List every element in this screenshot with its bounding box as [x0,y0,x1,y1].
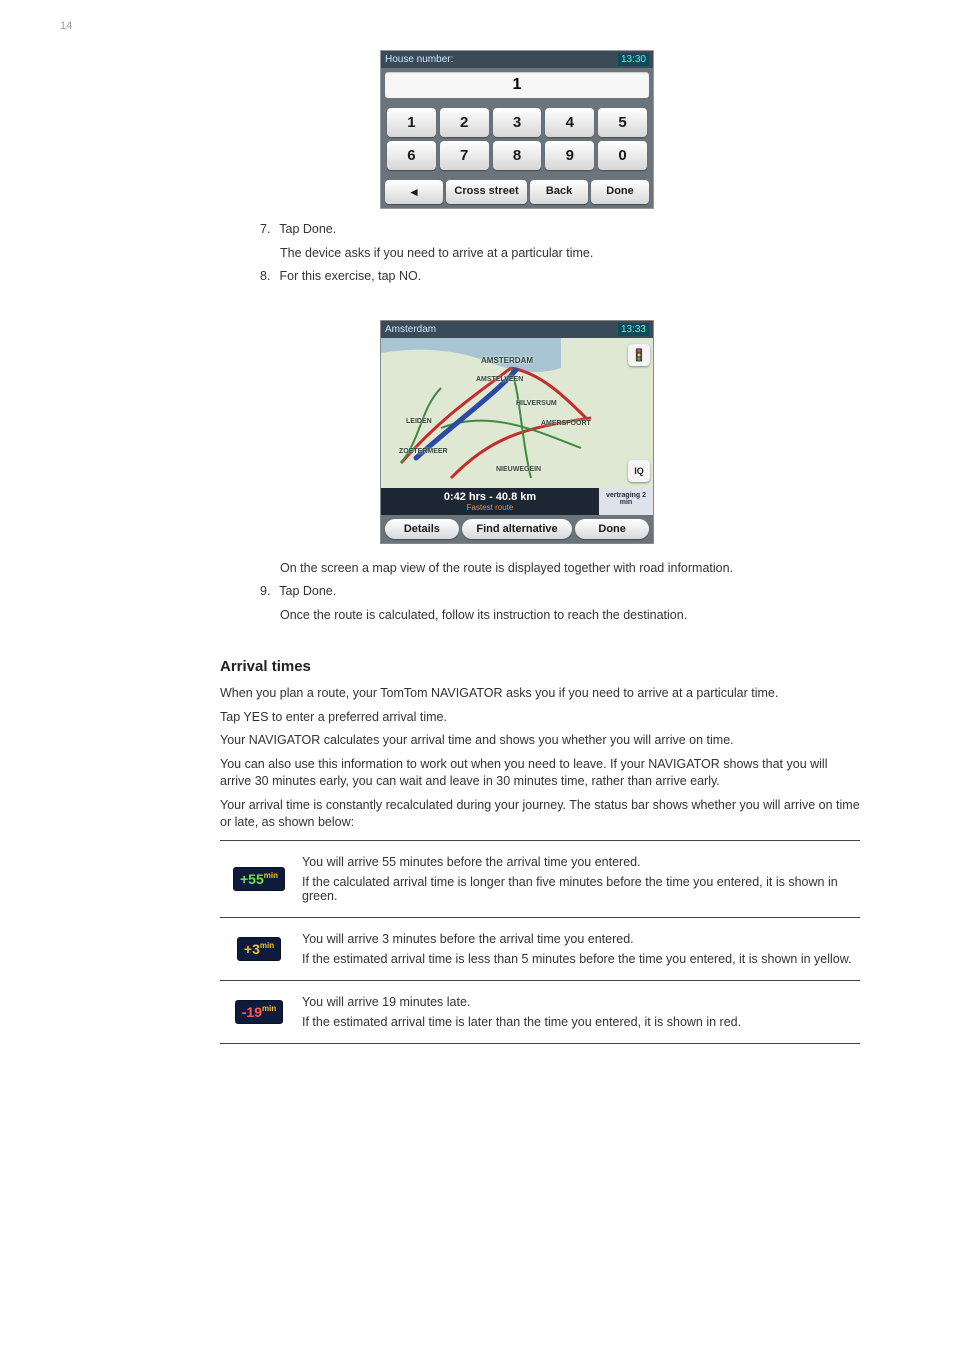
step-b-3: Once the route is calculated, follow its… [260,607,780,625]
map-label-hilversum: HILVERSUM [516,400,557,407]
arrival-red-text: You will arrive 19 minutes late. If the … [298,980,860,1043]
map-delay-text: vertraging 2 min [599,488,653,515]
step-b-1: On the screen a map view of the route is… [260,560,780,578]
step-7: 7. Tap Done. [260,221,780,239]
badge-minus19: -19min [235,1000,283,1024]
badge-red-cell: -19min [220,980,298,1043]
step-7-num: 7. [260,221,276,239]
arrival-p1: When you plan a route, your TomTom NAVIG… [220,685,860,703]
arrival-red-note: If the estimated arrival time is later t… [302,1015,856,1029]
map-route-type-text: Fastest route [381,503,599,512]
find-alternative-button[interactable]: Find alternative [462,519,573,539]
key-6[interactable]: 6 [387,141,436,170]
badge-minus19-unit: min [262,1004,276,1013]
arrival-p2: Tap YES to enter a preferred arrival tim… [220,709,860,727]
keypad-bottom-row: ◄ Cross street Back Done [381,176,653,208]
steps-a: 7. Tap Done. The device asks if you need… [260,221,780,286]
map-side-buttons: 🚦 IQ [627,344,651,482]
key-1[interactable]: 1 [387,108,436,137]
key-5[interactable]: 5 [598,108,647,137]
iq-routes-button[interactable]: IQ [628,460,650,482]
step-8-num: 8. [260,268,276,286]
backspace-button[interactable]: ◄ [385,180,443,204]
map-info-bar: 0:42 hrs - 40.8 km Fastest route vertrag… [381,488,653,515]
map-button-row: Details Find alternative Done [381,515,653,543]
keypad-titlebar-time: 13:30 [618,53,649,66]
key-3[interactable]: 3 [493,108,542,137]
step-9: 9. Tap Done. [260,583,780,601]
arrival-row-red: -19min You will arrive 19 minutes late. … [220,980,860,1043]
map-screenshot: Amsterdam 13:33 AMSTERDAM AMSTELVEEN [380,320,654,544]
arrival-red-desc: You will arrive 19 minutes late. [302,995,856,1009]
map-label-amstelveen: AMSTELVEEN [476,376,523,383]
house-number-input[interactable]: 1 [385,72,649,98]
cross-street-button[interactable]: Cross street [446,180,527,204]
badge-minus19-value: -19 [242,1004,262,1020]
map-done-button[interactable]: Done [575,519,649,539]
arrival-heading: Arrival times [220,658,860,675]
key-8[interactable]: 8 [493,141,542,170]
keypad-titlebar-title: House number: [385,54,453,65]
arrival-yellow-desc: You will arrive 3 minutes before the arr… [302,932,856,946]
steps-b: On the screen a map view of the route is… [260,560,780,625]
map-label-zoetermeer: ZOETERMEER [399,448,448,455]
details-button[interactable]: Details [385,519,459,539]
map-titlebar-time: 13:33 [618,323,649,336]
badge-plus3-value: +3 [244,941,260,957]
key-4[interactable]: 4 [545,108,594,137]
arrival-green-note: If the calculated arrival time is longer… [302,875,856,903]
map-titlebar-title: Amsterdam [385,324,436,335]
badge-plus3: +3min [237,937,281,961]
step-9-num: 9. [260,583,276,601]
traffic-icon[interactable]: 🚦 [628,344,650,366]
key-2[interactable]: 2 [440,108,489,137]
badge-green-cell: +55min [220,840,298,917]
map-titlebar: Amsterdam 13:33 [381,321,653,338]
map-info-main: 0:42 hrs - 40.8 km Fastest route [381,488,599,515]
key-9[interactable]: 9 [545,141,594,170]
arrival-p5: Your arrival time is constantly recalcul… [220,797,860,832]
map-label-amersfoort: AMERSFOORT [541,420,591,427]
arrival-p4: You can also use this information to wor… [220,756,860,791]
done-button[interactable]: Done [591,180,649,204]
map-area[interactable]: AMSTERDAM AMSTELVEEN HILVERSUM AMERSFOOR… [381,338,653,488]
arrival-section: Arrival times When you plan a route, you… [220,658,860,1044]
keypad-grid: 1 2 3 4 5 6 7 8 9 0 [381,102,653,176]
step-7-note: The device asks if you need to arrive at… [260,245,780,263]
badge-yellow-cell: +3min [220,917,298,980]
key-0[interactable]: 0 [598,141,647,170]
arrival-yellow-text: You will arrive 3 minutes before the arr… [298,917,860,980]
map-label-leiden: LEIDEN [406,418,432,425]
page-number: 14 [60,20,72,32]
keypad-titlebar: House number: 13:30 [381,51,653,68]
map-label-amsterdam: AMSTERDAM [481,356,533,365]
step-8: 8. For this exercise, tap NO. [260,268,780,286]
map-label-nieuwegein: NIEUWEGEIN [496,466,541,473]
badge-plus55-unit: min [264,871,278,880]
page: 14 House number: 13:30 1 1 2 3 4 5 6 7 8… [0,0,954,1350]
arrival-p3: Your NAVIGATOR calculates your arrival t… [220,732,860,750]
badge-plus3-unit: min [260,941,274,950]
arrival-row-yellow: +3min You will arrive 3 minutes before t… [220,917,860,980]
step-7-text: Tap Done. [279,222,336,236]
key-7[interactable]: 7 [440,141,489,170]
step-8-text: For this exercise, tap NO. [279,269,421,283]
arrival-green-desc: You will arrive 55 minutes before the ar… [302,855,856,869]
badge-plus55-value: +55 [240,871,264,887]
arrival-yellow-note: If the estimated arrival time is less th… [302,952,856,966]
step-9-text: Tap Done. [279,584,336,598]
back-button[interactable]: Back [530,180,588,204]
arrival-table: +55min You will arrive 55 minutes before… [220,840,860,1044]
map-distance-text: 0:42 hrs - 40.8 km [381,491,599,503]
badge-plus55: +55min [233,867,285,891]
keypad-screenshot: House number: 13:30 1 1 2 3 4 5 6 7 8 9 … [380,50,654,209]
arrival-green-text: You will arrive 55 minutes before the ar… [298,840,860,917]
arrival-row-green: +55min You will arrive 55 minutes before… [220,840,860,917]
keypad-display-row: 1 [381,68,653,102]
